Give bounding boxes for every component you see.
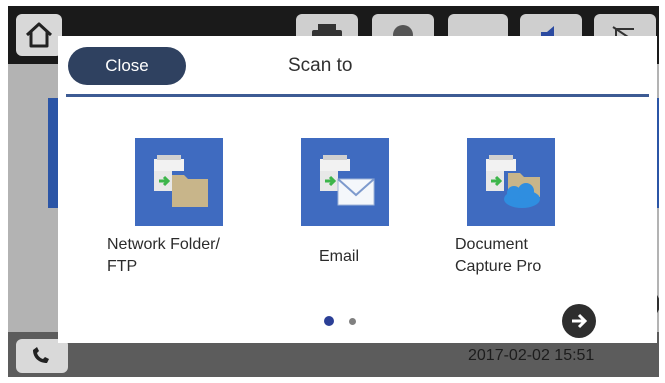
page-indicator — [349, 318, 356, 325]
close-button[interactable]: Close — [68, 47, 186, 85]
page-indicator-active — [324, 316, 334, 326]
header-divider — [66, 94, 649, 97]
home-icon — [25, 22, 53, 48]
arrow-right-icon — [572, 313, 588, 329]
destination-label: Document Capture Pro — [455, 236, 542, 275]
destination-network-folder[interactable]: Network Folder/ FTP — [98, 138, 258, 288]
datetime: 2017-02-02 15:51 — [468, 347, 595, 364]
destination-label: Network Folder/ FTP — [107, 236, 220, 275]
destination-email[interactable]: Email — [264, 138, 424, 288]
destination-tile[interactable] — [467, 138, 555, 226]
destination-label: Email — [319, 248, 360, 265]
dialog-title: Scan to — [288, 55, 353, 76]
next-page-button[interactable] — [562, 304, 596, 338]
network-folder-icon — [154, 155, 208, 207]
background-partial-label: M — [658, 246, 659, 262]
home-button[interactable] — [16, 14, 62, 56]
scan-to-dialog: Close Scan to Network Folder/ FTP Email — [58, 36, 657, 343]
destination-tile[interactable] — [301, 138, 389, 226]
destination-document-capture-pro[interactable]: Document Capture Pro — [430, 138, 590, 288]
phone-icon — [33, 347, 49, 363]
cloud-capture-icon — [486, 155, 540, 208]
dialog-header: Close Scan to — [58, 36, 657, 94]
job-status-button — [16, 339, 68, 373]
destination-tile[interactable] — [135, 138, 223, 226]
email-icon — [320, 155, 375, 206]
